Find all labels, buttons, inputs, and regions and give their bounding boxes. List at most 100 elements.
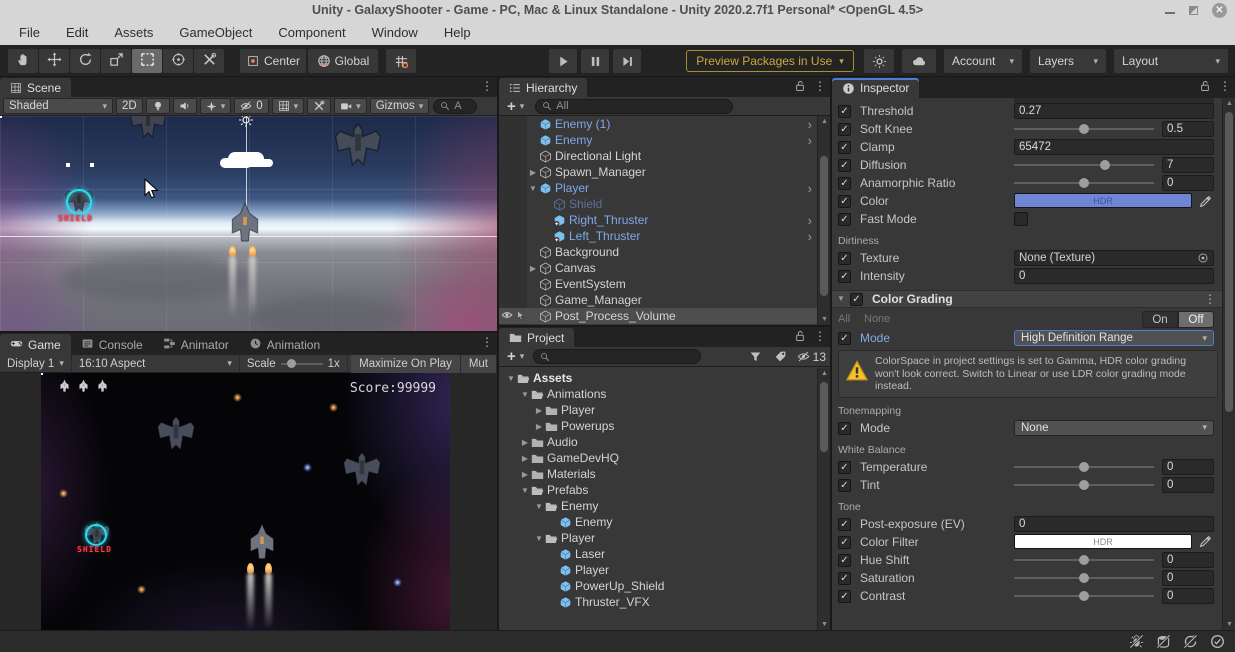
expander[interactable]: ▶ xyxy=(519,470,531,479)
scene-audio-button[interactable] xyxy=(172,98,197,114)
hierarchy-item-left-thruster[interactable]: Left_Thruster › xyxy=(499,228,830,244)
color-filter-enabled-checkbox[interactable]: ✓ xyxy=(838,535,851,549)
project-hidden-count[interactable]: 13 xyxy=(797,350,826,364)
scene-kebab-menu-icon[interactable]: ⋮ xyxy=(481,79,493,93)
scene-search-input[interactable]: A xyxy=(433,98,478,114)
hierarchy-item-background[interactable]: Background xyxy=(499,244,830,260)
shading-mode-dropdown[interactable]: Shaded ▾ xyxy=(3,98,113,114)
project-search-input[interactable] xyxy=(533,349,702,364)
project-scroll-thumb[interactable] xyxy=(820,382,828,452)
panel-divider[interactable] xyxy=(0,331,497,333)
custom-tools-button[interactable] xyxy=(194,49,224,73)
hierarchy-item-post-process-volume[interactable]: Post_Process_Volume xyxy=(499,308,830,324)
tint-slider[interactable] xyxy=(1014,477,1154,493)
status-ok-icon[interactable] xyxy=(1210,634,1225,652)
slider-thumb[interactable] xyxy=(1079,124,1089,134)
project-item-powerup-shield[interactable]: PowerUp_Shield xyxy=(499,578,830,594)
filter-by-label-icon[interactable] xyxy=(774,350,787,363)
anamorphic-ratio-enabled-checkbox[interactable]: ✓ xyxy=(838,177,851,190)
menu-gameobject[interactable]: GameObject xyxy=(168,22,263,43)
post-exposure-ev-enabled-checkbox[interactable]: ✓ xyxy=(838,517,851,531)
prefab-open-arrow[interactable]: › xyxy=(808,213,812,228)
project-item-player[interactable]: ▼ Player xyxy=(499,530,830,546)
visibility-eye-icon[interactable] xyxy=(501,309,513,324)
scene-grid-dropdown[interactable]: ▾ xyxy=(271,98,305,114)
effect-enabled-checkbox[interactable]: ✓ xyxy=(850,293,863,306)
slider-thumb[interactable] xyxy=(1079,590,1089,601)
tab-console[interactable]: Console xyxy=(71,334,153,355)
project-scrollbar[interactable]: ▲ ▼ xyxy=(817,368,830,630)
hierarchy-item-directional-light[interactable]: Directional Light xyxy=(499,148,830,164)
color-filter-color-swatch[interactable]: HDR xyxy=(1014,533,1192,549)
hierarchy-item-right-thruster[interactable]: Right_Thruster › xyxy=(499,212,830,228)
menu-window[interactable]: Window xyxy=(361,22,429,43)
pause-button[interactable] xyxy=(581,49,609,73)
hierarchy-item-player[interactable]: ▼ Player › xyxy=(499,180,830,196)
project-item-thruster-vfx[interactable]: Thruster_VFX xyxy=(499,594,830,610)
pivot-toggle-button[interactable]: Center xyxy=(240,49,306,73)
scene-effects-dropdown[interactable]: ▾ xyxy=(199,98,232,114)
mode-dropdown[interactable]: None ▾ xyxy=(1014,419,1214,436)
project-item-enemy[interactable]: Enemy xyxy=(499,514,830,530)
layers-dropdown[interactable]: Layers ▾ xyxy=(1030,49,1106,73)
maximize-on-play-button[interactable]: Maximize On Play xyxy=(351,354,461,373)
project-item-player[interactable]: ▶ Player xyxy=(499,402,830,418)
temperature-value-field[interactable]: 0 xyxy=(1162,458,1214,475)
saturation-slider[interactable] xyxy=(1014,570,1154,586)
filter-by-type-icon[interactable] xyxy=(749,350,762,363)
step-button[interactable] xyxy=(613,49,641,73)
hierarchy-item-spawn-manager[interactable]: ▶ Spawn_Manager xyxy=(499,164,830,180)
tab-scene[interactable]: Scene xyxy=(0,78,72,97)
tab-game[interactable]: Game xyxy=(0,334,71,355)
close-button[interactable]: ✕ xyxy=(1212,2,1227,18)
saturation-value-field[interactable]: 0 xyxy=(1162,569,1214,586)
hidden-objects-button[interactable]: 0 xyxy=(234,98,269,114)
intensity-field[interactable]: 0 xyxy=(1014,268,1214,284)
maximize-button[interactable] xyxy=(1189,5,1198,15)
tab-hierarchy[interactable]: Hierarchy xyxy=(499,78,588,97)
eyedropper-icon[interactable] xyxy=(1196,193,1214,209)
slider-thumb[interactable] xyxy=(1079,572,1089,583)
expander[interactable]: ▼ xyxy=(505,374,517,383)
game-kebab-menu-icon[interactable]: ⋮ xyxy=(481,335,493,349)
debug-disabled-icon[interactable] xyxy=(1129,634,1144,652)
slider-thumb[interactable] xyxy=(1079,178,1089,188)
project-item-player[interactable]: Player xyxy=(499,562,830,578)
project-item-enemy[interactable]: ▼ Enemy xyxy=(499,498,830,514)
gizmos-dropdown[interactable]: Gizmos ▾ xyxy=(369,98,430,114)
scene-viewport[interactable]: SHIELD xyxy=(0,116,497,333)
create-asset-button[interactable]: + ▾ xyxy=(502,348,529,365)
post-exposure-ev-field[interactable]: 0 xyxy=(1014,515,1214,532)
activity-button[interactable] xyxy=(864,49,894,73)
hue-shift-enabled-checkbox[interactable]: ✓ xyxy=(838,553,851,567)
soft-knee-enabled-checkbox[interactable]: ✓ xyxy=(838,123,851,136)
inspector-kebab-menu-icon[interactable]: ⋮ xyxy=(1219,79,1231,93)
threshold-field[interactable]: 0.27 xyxy=(1014,103,1214,119)
temperature-slider[interactable] xyxy=(1014,459,1154,475)
expander[interactable]: ▶ xyxy=(527,264,539,273)
space-toggle-button[interactable]: Global xyxy=(308,49,378,73)
expander[interactable]: ▶ xyxy=(533,422,545,431)
lock-icon[interactable] xyxy=(794,330,806,342)
expander[interactable]: ▼ xyxy=(533,502,545,511)
tab-inspector[interactable]: Inspector xyxy=(832,78,920,98)
project-item-materials[interactable]: ▶ Materials xyxy=(499,466,830,482)
hierarchy-item-eventsystem[interactable]: EventSystem xyxy=(499,276,830,292)
texture-object-field[interactable]: None (Texture) xyxy=(1014,250,1214,266)
texture-enabled-checkbox[interactable]: ✓ xyxy=(838,252,851,265)
color-color-swatch[interactable]: HDR xyxy=(1014,193,1192,208)
fast-mode-checkbox[interactable] xyxy=(1014,212,1028,226)
expander[interactable]: ▼ xyxy=(533,534,545,543)
inspector-scrollbar[interactable]: ▲ ▼ xyxy=(1222,98,1235,630)
cloud-button[interactable] xyxy=(902,49,936,73)
diffusion-slider[interactable] xyxy=(1014,157,1154,173)
project-item-gamedevhq[interactable]: ▶ GameDevHQ xyxy=(499,450,830,466)
intensity-enabled-checkbox[interactable]: ✓ xyxy=(838,270,851,283)
hue-shift-slider[interactable] xyxy=(1014,552,1154,568)
menu-file[interactable]: File xyxy=(8,22,51,43)
expander[interactable]: ▼ xyxy=(527,184,539,193)
display-dropdown[interactable]: Display 1 ▾ xyxy=(0,354,72,373)
diffusion-value-field[interactable]: 7 xyxy=(1162,157,1214,173)
scene-lighting-button[interactable] xyxy=(145,98,170,114)
create-object-button[interactable]: + ▾ xyxy=(502,98,529,115)
